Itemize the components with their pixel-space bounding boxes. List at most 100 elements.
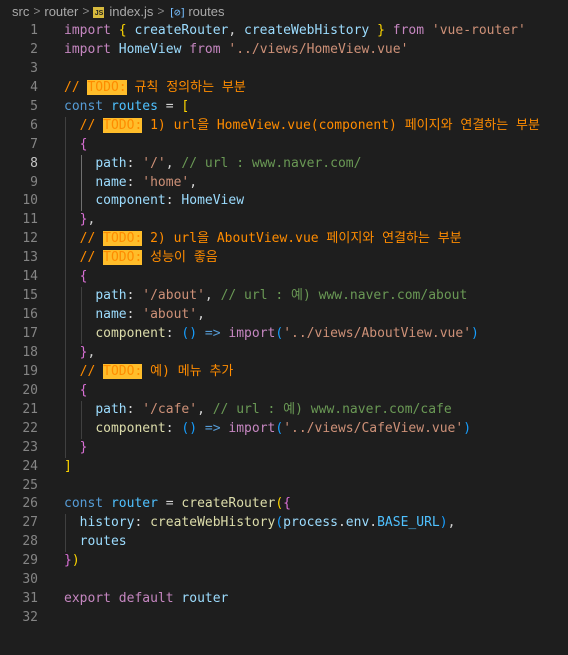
line-number: 12: [22, 231, 38, 247]
code-token: 성능이 좋음: [142, 250, 218, 266]
code-line[interactable]: 13 // TODO: 성능이 좋음: [0, 249, 568, 269]
indent-guide: [65, 533, 66, 553]
code-token: ): [471, 326, 479, 341]
code-token: =: [157, 98, 182, 114]
line-number: 28: [22, 534, 38, 550]
code-token: {: [118, 23, 127, 38]
code-token: process: [283, 515, 338, 531]
code-token: :: [165, 326, 182, 341]
code-editor[interactable]: 1 import { createRouter, createWebHistory…: [0, 22, 568, 628]
code-line[interactable]: 20 {: [0, 381, 568, 401]
code-line[interactable]: 4// TODO: 규칙 정의하는 부분: [0, 79, 568, 98]
line-number: 8: [30, 155, 38, 171]
code-token: ,: [447, 515, 456, 531]
code-line[interactable]: 8 path: '/', // url : www.naver.com/: [0, 154, 568, 174]
code-line[interactable]: 32: [0, 609, 568, 628]
code-token: 규칙 정의하는 부분: [126, 79, 246, 95]
code-line[interactable]: 29}): [0, 552, 568, 571]
code-token: // url : www.naver.com/: [181, 155, 362, 171]
code-text: import HomeView from '../views/HomeView.…: [38, 41, 408, 60]
code-text: component: () => import('../views/AboutV…: [38, 325, 479, 344]
code-line[interactable]: 10 component: HomeView: [0, 192, 568, 212]
code-text: const routes = [: [38, 98, 189, 117]
code-token: 2) url을 AboutView.vue 페이지와 연결하는 부분: [142, 231, 462, 247]
code-text: // TODO: 1) url을 HomeView.vue(component)…: [38, 116, 540, 136]
code-text: },: [38, 343, 95, 363]
code-line[interactable]: 6 // TODO: 1) url을 HomeView.vue(componen…: [0, 116, 568, 136]
code-line[interactable]: 7 {: [0, 135, 568, 155]
code-line[interactable]: 14 {: [0, 268, 568, 288]
breadcrumb-router[interactable]: router: [44, 4, 78, 19]
code-token: export: [64, 591, 111, 607]
code-line[interactable]: 31 export default router: [0, 590, 568, 609]
indent-guide: [80, 325, 82, 344]
code-token: ,: [87, 212, 96, 228]
code-text: component: () => import('../views/CafeVi…: [38, 419, 471, 439]
code-token: routes: [110, 98, 158, 114]
line-number: 2: [30, 41, 38, 57]
code-line[interactable]: 5 const routes = [: [0, 98, 568, 117]
code-text: const router = createRouter({: [38, 495, 291, 514]
line-number: 22: [22, 420, 38, 436]
code-line[interactable]: 12 // TODO: 2) url을 AboutView.vue 페이지와 연…: [0, 230, 568, 250]
code-line[interactable]: 9 name: 'home',: [0, 173, 568, 193]
code-token: const: [64, 496, 104, 512]
code-line[interactable]: 21 path: '/cafe', // url : 예) www.naver.…: [0, 400, 568, 420]
todo-highlight: TODO:: [103, 117, 143, 133]
code-line[interactable]: 16 name: 'about',: [0, 306, 568, 325]
indent-guide: [65, 154, 66, 174]
code-token: (: [275, 496, 284, 512]
breadcrumb-file[interactable]: JS index.js: [93, 4, 153, 19]
code-line[interactable]: 22 component: () => import('../views/Caf…: [0, 419, 568, 439]
breadcrumb-src[interactable]: src: [12, 4, 29, 19]
code-line[interactable]: 1 import { createRouter, createWebHistory…: [0, 22, 568, 41]
code-token: component: [95, 420, 166, 436]
code-line[interactable]: 2 import HomeView from '../views/HomeView…: [0, 41, 568, 60]
code-line[interactable]: 17 component: () => import('../views/Abo…: [0, 325, 568, 344]
code-text: name: 'home',: [38, 173, 197, 193]
code-token: (): [181, 326, 198, 341]
breadcrumb-file-label: index.js: [109, 3, 154, 19]
code-token: createWebHistory: [150, 515, 276, 531]
code-line[interactable]: 28 routes: [0, 533, 568, 553]
code-line[interactable]: 15 path: '/about', // url : 예) www.naver…: [0, 287, 568, 307]
code-token: name: [95, 307, 127, 323]
code-text: history: createWebHistory(process.env.BA…: [38, 514, 456, 534]
breadcrumb-symbol[interactable]: [⊘] routes: [168, 4, 224, 19]
line-number: 7: [30, 136, 38, 152]
code-line[interactable]: 23 }: [0, 438, 568, 458]
code-line[interactable]: 11 },: [0, 211, 568, 231]
line-number: 32: [22, 610, 38, 626]
code-token: ): [71, 553, 80, 569]
code-line[interactable]: 3: [0, 60, 568, 79]
code-token: 예) 메뉴 추가: [142, 363, 234, 379]
code-line[interactable]: 24]: [0, 458, 568, 477]
line-number: 27: [22, 515, 38, 531]
code-token: createRouter: [181, 496, 276, 512]
line-number: 10: [22, 193, 38, 209]
code-token: =>: [204, 326, 221, 341]
code-line[interactable]: 27 history: createWebHistory(process.env…: [0, 514, 568, 534]
code-token: from: [189, 41, 221, 57]
code-text: ]: [38, 458, 72, 477]
code-line[interactable]: 19 // TODO: 예) 메뉴 추가: [0, 362, 568, 382]
code-text: component: HomeView: [38, 192, 244, 212]
code-line[interactable]: 25: [0, 477, 568, 496]
indent-guide: [65, 135, 66, 155]
code-token: createWebHistory: [244, 23, 370, 38]
code-line[interactable]: 18 },: [0, 343, 568, 363]
code-token: component: [95, 326, 166, 341]
code-line[interactable]: 30: [0, 571, 568, 590]
code-token: .: [337, 515, 346, 531]
code-line[interactable]: 26 const router = createRouter({: [0, 495, 568, 514]
code-token: ,: [197, 401, 213, 417]
code-token: {: [283, 496, 291, 512]
code-text: routes: [38, 533, 127, 553]
